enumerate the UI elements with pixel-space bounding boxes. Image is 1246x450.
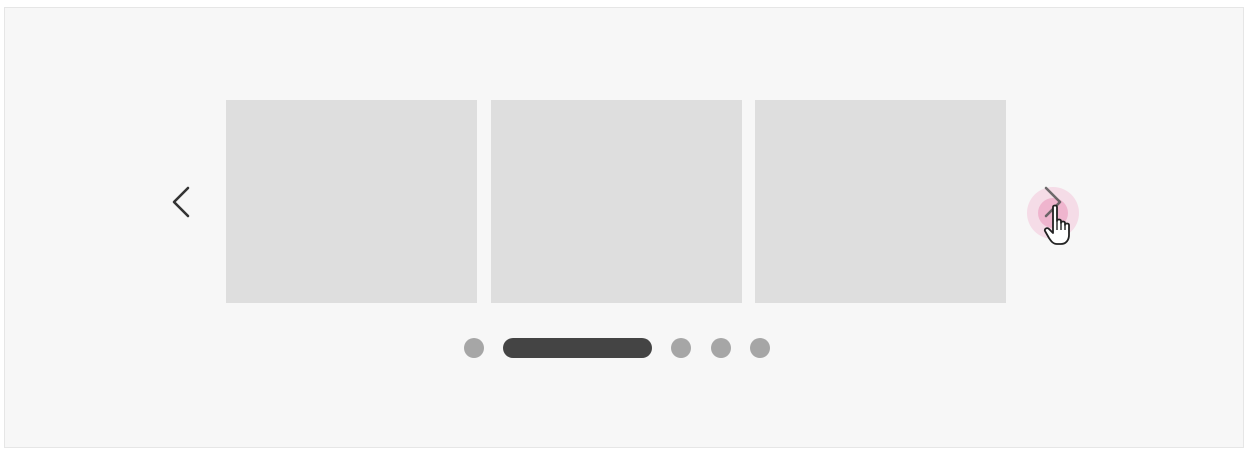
carousel-slide-2[interactable]: [491, 100, 742, 303]
pagination-dot-2-active[interactable]: [503, 338, 652, 358]
chevron-right-icon: [1044, 186, 1062, 218]
pagination-dot-1[interactable]: [464, 338, 484, 358]
carousel-next-button[interactable]: [1032, 182, 1072, 222]
pagination-dot-5[interactable]: [750, 338, 770, 358]
carousel-slide-3[interactable]: [755, 100, 1006, 303]
carousel-prev-button[interactable]: [162, 182, 202, 222]
carousel-slide-1[interactable]: [226, 100, 477, 303]
pagination-dot-3[interactable]: [671, 338, 691, 358]
carousel-pagination: [464, 338, 774, 358]
pagination-dot-4[interactable]: [711, 338, 731, 358]
chevron-left-icon: [172, 186, 190, 218]
